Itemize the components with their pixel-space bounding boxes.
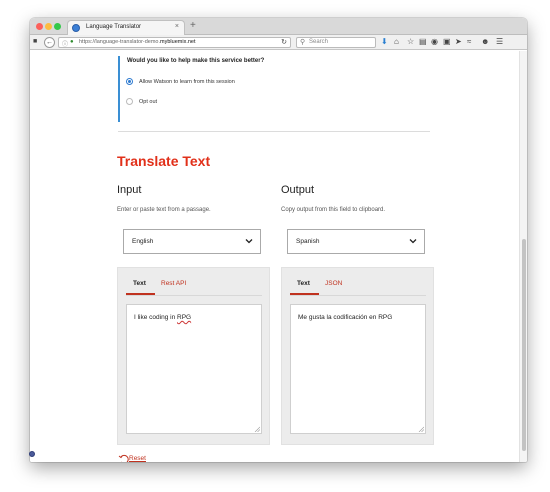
allow-learning-label[interactable]: Allow Watson to learn from this session (139, 79, 235, 85)
spellcheck-flagged-word: RPG (177, 314, 192, 321)
consent-title: Would you like to help make this service… (127, 58, 265, 64)
reload-icon[interactable]: ↻ (281, 38, 287, 46)
input-panel: Text Rest API I like coding in RPG (117, 267, 270, 445)
browser-tab-bar: Language Translator × + (30, 18, 527, 35)
info-icon[interactable]: ⓘ (62, 39, 68, 48)
scrollbar-thumb[interactable] (522, 239, 526, 451)
output-textarea[interactable]: Me gusta la codificación en RPG (290, 304, 426, 434)
home-icon[interactable]: ⌂ (394, 37, 399, 47)
input-text: I like coding in RPG (134, 314, 192, 321)
page-title: Translate Text (117, 153, 211, 169)
output-title: Output (281, 184, 315, 196)
tab-close-icon[interactable]: × (175, 23, 179, 30)
input-textarea[interactable]: I like coding in RPG (126, 304, 262, 434)
browser-nav-bar: ■ ← ⓘ ● https://language-translator-demo… (30, 35, 527, 50)
back-button[interactable]: ← (44, 37, 55, 48)
pocket-icon[interactable]: ◉ (431, 37, 438, 47)
chevron-down-icon (409, 239, 417, 244)
new-tab-button[interactable]: + (190, 20, 196, 31)
output-panel: Text JSON Me gusta la codificación en RP… (281, 267, 434, 445)
zoom-window-button[interactable] (54, 23, 61, 30)
input-title: Input (117, 184, 142, 196)
input-subtitle: Enter or paste text from a passage. (117, 207, 211, 213)
page-scrollbar[interactable] (519, 51, 527, 462)
resize-grip-icon[interactable] (418, 426, 424, 432)
lock-icon: ● (70, 39, 74, 45)
output-tab-text[interactable]: Text (297, 280, 310, 287)
search-placeholder: Search (309, 39, 329, 45)
close-window-button[interactable] (36, 23, 43, 30)
section-divider (118, 131, 430, 132)
target-language-select[interactable]: Spanish (287, 229, 425, 254)
output-tab-rule (290, 295, 426, 296)
opt-out-radio[interactable] (126, 98, 133, 105)
opt-out-label[interactable]: Opt out (139, 99, 157, 105)
tab-title: Language Translator (86, 24, 142, 30)
screenshot-icon[interactable]: ▣ (443, 37, 451, 47)
hamburger-menu-icon[interactable]: ☰ (496, 37, 503, 47)
input-tab-rule (126, 295, 262, 296)
reset-label: Reset (129, 455, 146, 462)
resize-grip-icon[interactable] (254, 426, 260, 432)
reset-button[interactable]: Reset (118, 453, 168, 462)
consent-panel: Would you like to help make this service… (118, 56, 278, 122)
target-language-value: Spanish (296, 238, 320, 245)
chevron-down-icon (245, 239, 253, 244)
search-input[interactable]: ⚲ Search (296, 37, 376, 48)
watson-favicon-icon (72, 24, 80, 32)
url-bar[interactable]: ⓘ ● https://language-translator-demo.myb… (58, 37, 291, 48)
search-icon: ⚲ (300, 39, 306, 46)
output-subtitle: Copy output from this field to clipboard… (281, 207, 386, 213)
output-tab-json[interactable]: JSON (325, 280, 342, 287)
dock-indicator-icon (29, 451, 35, 457)
source-language-select[interactable]: English (123, 229, 261, 254)
minimize-window-button[interactable] (45, 23, 52, 30)
extension-icon[interactable]: ■ (33, 37, 37, 47)
clipboard-icon[interactable]: ▤ (419, 37, 427, 47)
allow-learning-radio[interactable] (126, 78, 133, 85)
browser-window: Language Translator × + ■ ← ⓘ ● https://… (30, 18, 527, 462)
page-content: Would you like to help make this service… (30, 51, 519, 462)
input-tab-rest-api[interactable]: Rest API (161, 280, 186, 287)
input-tab-text[interactable]: Text (133, 280, 146, 287)
account-icon[interactable]: ☻ (481, 37, 489, 47)
send-icon[interactable]: ➤ (455, 37, 462, 47)
browser-tab[interactable]: Language Translator × (67, 20, 185, 35)
output-text: Me gusta la codificación en RPG (298, 314, 393, 321)
download-icon[interactable]: ⬇ (381, 37, 388, 47)
extension-menu-icon[interactable]: ≈ (467, 37, 471, 47)
source-language-value: English (132, 238, 154, 245)
url-text[interactable]: https://language-translator-demo.mybluem… (79, 39, 196, 45)
bookmark-star-icon[interactable]: ☆ (407, 37, 414, 47)
